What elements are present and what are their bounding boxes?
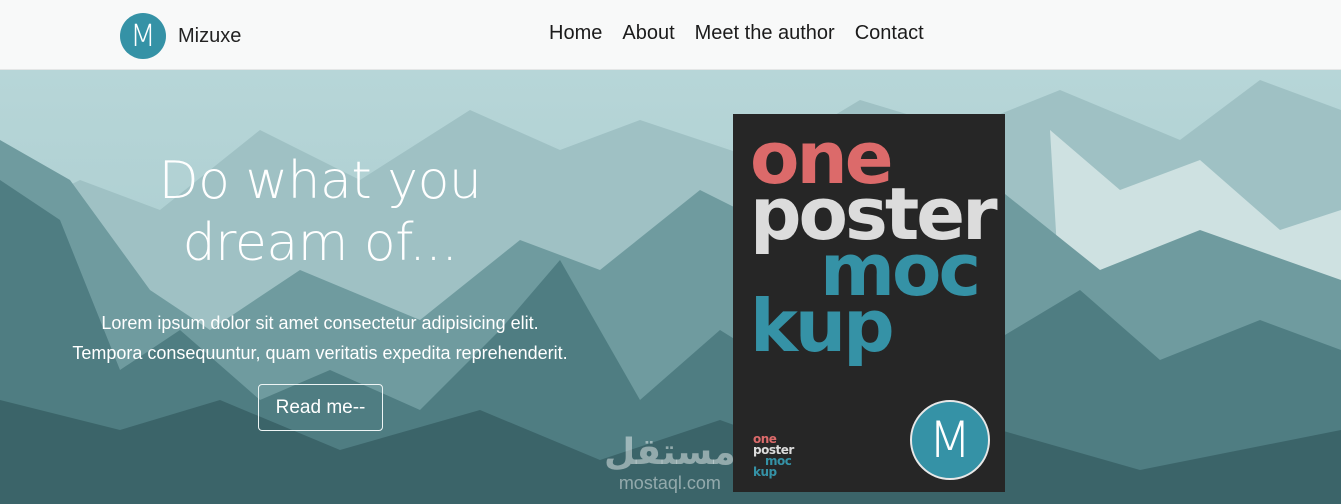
watermark: مستقل mostaql.com [604,432,736,492]
read-me-button[interactable]: Read me-- [258,384,383,431]
brand[interactable]: M Mizuxe [120,13,241,59]
watermark-arabic: مستقل [604,432,736,473]
poster-mini-logo: one poster moc kup [753,433,794,479]
hero-text: Lorem ipsum dolor sit amet consectetur a… [20,308,620,368]
poster-mockup-image: one poster moc kup one poster moc kup M [733,114,1005,492]
nav-link-home[interactable]: Home [549,22,602,45]
nav-links: Home About Meet the author Contact [549,22,944,45]
hero-title: Do what you dream of... [120,150,520,274]
navbar: M Mizuxe Home About Meet the author Cont… [0,0,1341,70]
brand-logo-icon[interactable]: M [120,13,166,59]
nav-link-about[interactable]: About [622,22,674,45]
nav-link-contact[interactable]: Contact [855,22,924,45]
watermark-latin: mostaql.com [618,473,721,493]
hero-title-line-1: Do what you [158,151,482,211]
hero-text-line-1: Lorem ipsum dolor sit amet consectetur a… [101,313,539,333]
hero-title-line-2: dream of... [182,213,458,273]
poster-mini-kup: kup [753,465,777,479]
poster-m-logo-icon: M [910,400,990,480]
poster-word-kup: kup [750,284,895,368]
hero-text-line-2: Tempora consequuntur, quam veritatis exp… [72,343,568,363]
hero-section: Do what you dream of... Lorem ipsum dolo… [0,70,1341,504]
brand-name[interactable]: Mizuxe [178,25,241,48]
nav-link-meet-author[interactable]: Meet the author [695,22,835,45]
